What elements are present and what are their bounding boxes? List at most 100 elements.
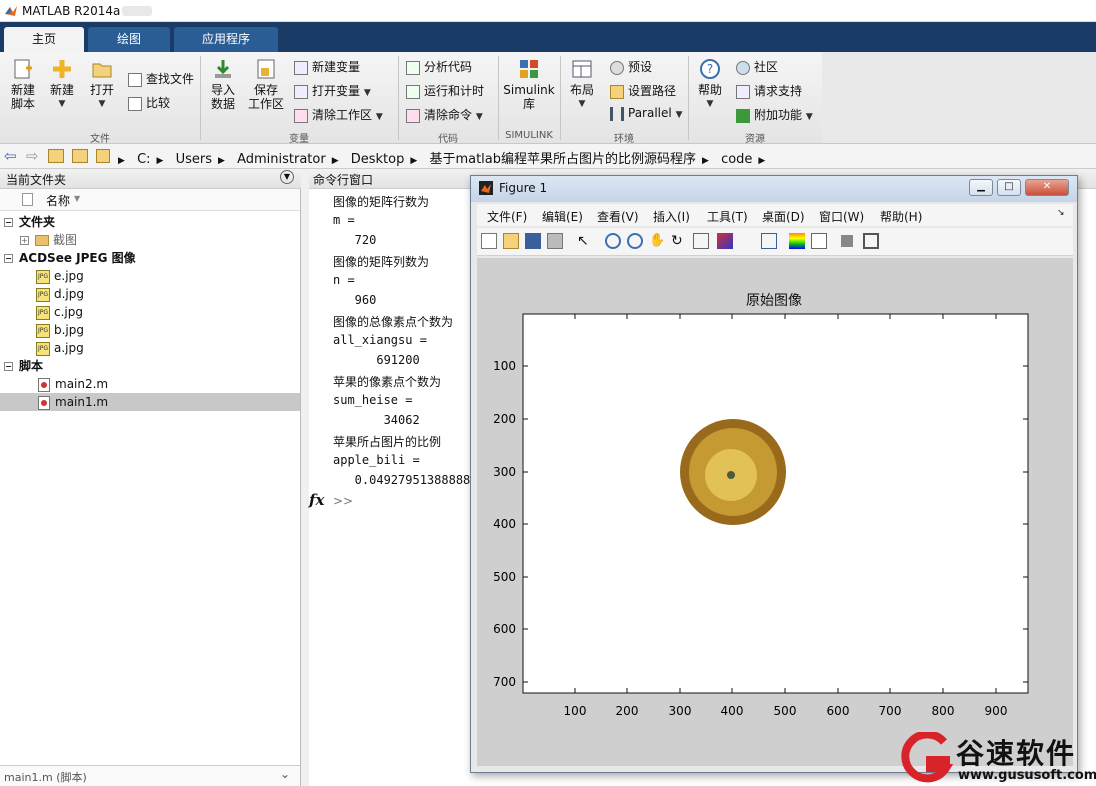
clear-commands-icon — [406, 108, 420, 123]
legend-icon[interactable] — [811, 233, 827, 249]
data-cursor-icon[interactable] — [693, 233, 709, 249]
find-files-label: 查找文件 — [146, 72, 195, 86]
list-item[interactable]: + 截图 — [0, 231, 300, 249]
menu-edit[interactable]: 编辑(E) — [542, 208, 583, 225]
zoom-out-icon[interactable] — [627, 233, 643, 249]
run-and-time-button[interactable]: 运行和计时 — [406, 82, 484, 99]
menu-window[interactable]: 窗口(W) — [819, 208, 864, 225]
list-item-selected[interactable]: main1.m — [0, 393, 300, 411]
help-label: 帮助 — [697, 83, 722, 97]
minimize-button[interactable]: ▁ — [969, 179, 993, 196]
collapse-icon[interactable]: − — [4, 218, 13, 227]
collapse-icon[interactable]: − — [4, 254, 13, 263]
add-ons-button[interactable]: 附加功能 ▼ — [736, 106, 813, 123]
parallel-button[interactable]: Parallel ▼ — [610, 106, 682, 121]
new-button[interactable]: 新建 ▼ — [46, 58, 78, 111]
panel-menu-icon[interactable]: ▼ — [280, 170, 294, 184]
list-item[interactable]: JPG b.jpg — [0, 321, 300, 339]
tab-apps[interactable]: 应用程序 — [174, 27, 278, 52]
list-item[interactable]: JPG e.jpg — [0, 267, 300, 285]
section-scripts[interactable]: − 脚本 — [0, 357, 300, 375]
import-label: 导入 数据 — [210, 83, 235, 111]
forward-arrow-icon[interactable]: ⇨ — [26, 147, 39, 165]
help-button[interactable]: ? 帮助 ▼ — [694, 58, 726, 111]
clear-commands-button[interactable]: 清除命令 ▼ — [406, 106, 483, 123]
rotate-icon[interactable]: ↻ — [671, 233, 687, 249]
community-button[interactable]: 社区 — [736, 58, 778, 75]
open-variable-button[interactable]: 打开变量 ▼ — [294, 82, 371, 99]
menu-help[interactable]: 帮助(H) — [880, 208, 922, 225]
chevron-down-icon[interactable]: ⌄ — [280, 767, 290, 781]
section-folders[interactable]: − 文件夹 — [0, 213, 300, 231]
open-button[interactable]: 打开 ▼ — [86, 58, 118, 111]
zoom-in-icon[interactable] — [605, 233, 621, 249]
pointer-icon[interactable]: ↖ — [577, 233, 593, 249]
jpeg-file-icon: JPG — [36, 269, 50, 284]
parallel-icon — [610, 106, 624, 121]
compare-button[interactable]: 比较 — [128, 94, 170, 111]
set-path-button[interactable]: 设置路径 — [610, 82, 676, 99]
find-files-button[interactable]: 查找文件 — [128, 70, 194, 87]
save-icon[interactable] — [525, 233, 541, 249]
request-support-button[interactable]: 请求支持 — [736, 82, 802, 99]
menu-view[interactable]: 查看(V) — [597, 208, 639, 225]
new-script-icon — [14, 59, 32, 79]
command-prompt[interactable]: >> — [333, 494, 353, 508]
import-data-button[interactable]: 导入 数据 — [206, 58, 240, 111]
new-figure-icon[interactable] — [481, 233, 497, 249]
save-workspace-button[interactable]: 保存 工作区 — [246, 58, 286, 111]
breadcrumb-item[interactable]: C: — [137, 152, 150, 167]
list-item[interactable]: JPG c.jpg — [0, 303, 300, 321]
save-workspace-icon — [257, 59, 275, 79]
breadcrumb-item[interactable]: 基于matlab编程苹果所占图片的比例源码程序 — [429, 152, 696, 167]
list-item[interactable]: JPG d.jpg — [0, 285, 300, 303]
watermark: 谷速软件 www.gususoft.com — [900, 728, 1096, 786]
maximize-button[interactable]: □ — [997, 179, 1021, 196]
print-icon[interactable] — [547, 233, 563, 249]
menu-file[interactable]: 文件(F) — [487, 208, 527, 225]
open-file-icon[interactable] — [503, 233, 519, 249]
preferences-button[interactable]: 预设 — [610, 58, 652, 75]
section-jpeg[interactable]: − ACDSee JPEG 图像 — [0, 249, 300, 267]
dropdown-caret-icon: ▼ — [375, 112, 383, 122]
details-bar[interactable]: main1.m (脚本) ⌄ — [0, 765, 300, 786]
hide-plot-tools-icon[interactable] — [841, 235, 853, 247]
output-line: 0.049279513888889 — [333, 473, 478, 487]
simulink-library-button[interactable]: Simulink 库 — [502, 58, 556, 111]
new-script-button[interactable]: 新建 脚本 — [6, 58, 40, 111]
expand-icon[interactable]: + — [20, 236, 29, 245]
svg-text:?: ? — [707, 62, 713, 76]
up-folder-icon[interactable] — [48, 149, 64, 163]
show-plot-tools-icon[interactable] — [863, 233, 879, 249]
clear-workspace-button[interactable]: 清除工作区 ▼ — [294, 106, 383, 123]
back-arrow-icon[interactable]: ⇦ — [4, 147, 17, 165]
close-button[interactable]: ✕ — [1025, 179, 1069, 196]
tab-plots[interactable]: 绘图 — [88, 27, 170, 52]
colorbar-icon[interactable] — [789, 233, 805, 249]
list-item[interactable]: JPG a.jpg — [0, 339, 300, 357]
breadcrumb-item[interactable]: Desktop — [351, 152, 405, 167]
menu-desktop[interactable]: 桌面(D) — [762, 208, 805, 225]
output-line: 691200 — [333, 353, 420, 367]
breadcrumb-item[interactable]: Users — [176, 152, 212, 167]
menu-insert[interactable]: 插入(I) — [653, 208, 690, 225]
brush-icon[interactable] — [717, 233, 733, 249]
tab-home[interactable]: 主页 — [4, 27, 84, 52]
dock-arrow-icon[interactable]: ↘ — [1057, 208, 1065, 218]
x-ticks: 100 200 300 400 500 600 700 800 900 — [564, 704, 1008, 718]
breadcrumb-item[interactable]: Administrator — [237, 152, 326, 167]
name-column-label[interactable]: 名称 — [46, 192, 70, 209]
pan-hand-icon[interactable]: ✋ — [649, 233, 665, 249]
list-item[interactable]: main2.m — [0, 375, 300, 393]
layout-button[interactable]: 布局 ▼ — [566, 58, 598, 111]
link-plot-icon[interactable] — [761, 233, 777, 249]
window-title: MATLAB R2014a — [22, 4, 121, 18]
analyze-code-button[interactable]: 分析代码 — [406, 58, 472, 75]
divider — [200, 56, 201, 140]
breadcrumb-item[interactable]: code — [721, 152, 752, 167]
new-variable-button[interactable]: 新建变量 — [294, 58, 360, 75]
browse-folder-icon[interactable] — [72, 149, 88, 163]
function-browser-icon[interactable]: fx — [309, 491, 324, 509]
collapse-icon[interactable]: − — [4, 362, 13, 371]
menu-tools[interactable]: 工具(T) — [707, 208, 748, 225]
